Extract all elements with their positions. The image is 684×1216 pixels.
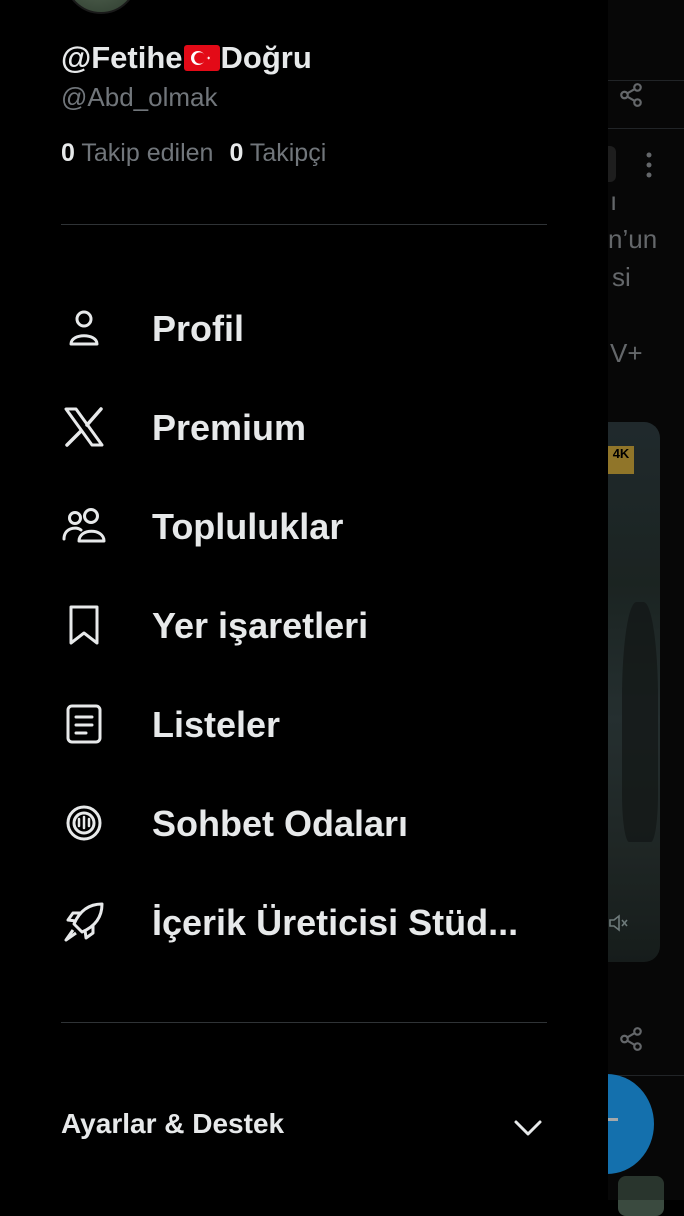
menu-item-label: İçerik Üreticisi Stüd... (152, 902, 519, 943)
communities-icon (62, 508, 106, 543)
menu-item-spaces[interactable]: Sohbet Odaları (0, 773, 608, 872)
menu-item-label: Topluluklar (152, 506, 344, 547)
spaces-icon (66, 805, 102, 841)
drawer-scrim[interactable] (608, 0, 684, 1200)
menu-item-label: Yer işaretleri (152, 605, 369, 646)
following-count: 0 (61, 139, 75, 167)
menu-item-profile[interactable]: Profil (0, 278, 608, 377)
following-label: Takip edilen (81, 139, 214, 167)
following-link[interactable]: 0 Takip edilen (61, 139, 213, 167)
person-icon (69, 310, 99, 346)
bookmark-icon (69, 605, 99, 645)
list-icon (66, 704, 102, 744)
menu-item-bookmarks[interactable]: Yer işaretleri (0, 575, 608, 674)
menu-item-label: Listeler (152, 704, 281, 745)
divider (61, 1022, 547, 1023)
navigation-drawer: @Fetihe Doğru @Abd_olmak 0 Takip edilen 0 … (0, 0, 608, 1200)
follow-stats: 0 Takip edilen 0 Takipçi (61, 139, 326, 168)
profile-handle: @Abd_olmak (61, 82, 218, 112)
menu-item-communities[interactable]: Topluluklar (0, 476, 608, 575)
menu-item-lists[interactable]: Listeler (0, 674, 608, 773)
display-name-part: Doğru (220, 40, 312, 75)
menu-item-label: Profil (152, 308, 245, 349)
menu-item-label: Premium (152, 407, 307, 448)
x-logo-icon (64, 407, 104, 447)
divider (61, 224, 547, 225)
chevron-down-icon[interactable] (512, 1112, 544, 1144)
followers-count: 0 (229, 139, 244, 167)
avatar[interactable] (64, 0, 138, 14)
menu-item-creator-studio[interactable]: İçerik Üreticisi Stüd... (0, 872, 608, 971)
followers-link[interactable]: 0 Takipçi (229, 139, 326, 167)
settings-support-toggle[interactable]: Ayarlar & Destek (61, 1108, 284, 1140)
display-name-part: @Fetihe (61, 40, 183, 75)
menu-item-premium[interactable]: Premium (0, 377, 608, 476)
menu-item-label: Sohbet Odaları (152, 803, 409, 844)
profile-display-name[interactable]: @Fetihe Doğru (61, 40, 312, 76)
followers-label: Takipçi (249, 139, 327, 167)
turkey-flag-icon (183, 45, 220, 71)
rocket-icon (64, 902, 104, 942)
